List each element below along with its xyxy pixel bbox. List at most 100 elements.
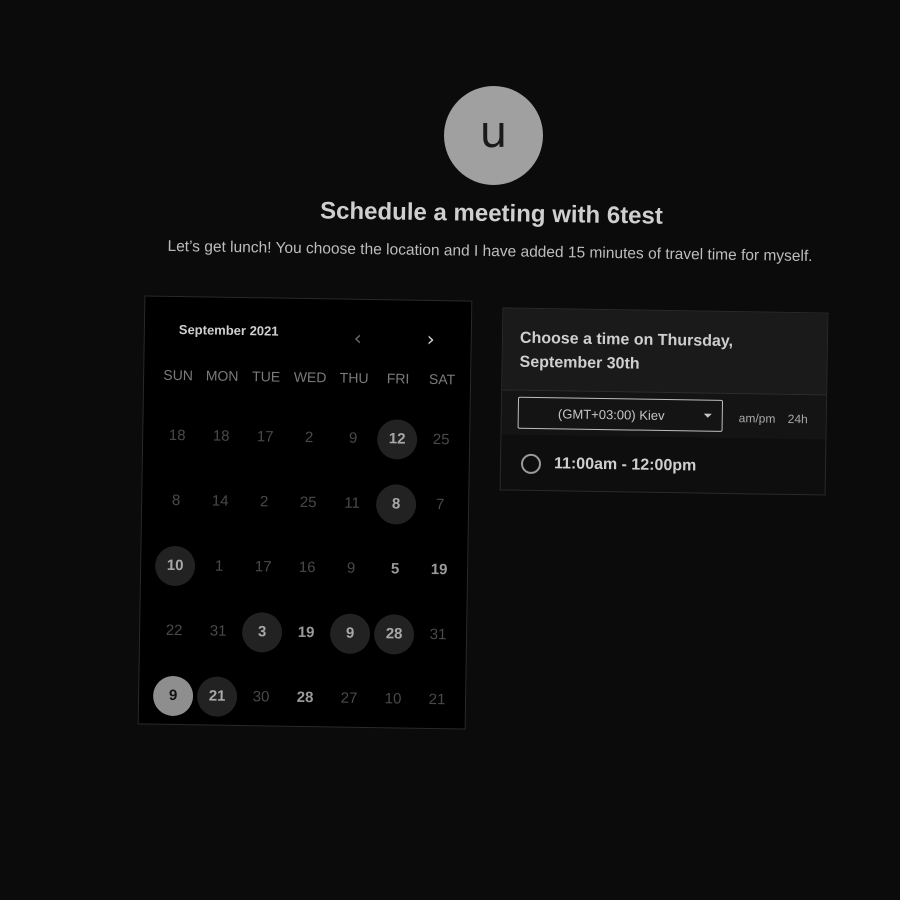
calendar-day: 8 <box>154 468 199 534</box>
day-number: 28 <box>296 688 314 707</box>
calendar-day: 17 <box>243 404 288 470</box>
day-number: 2 <box>259 493 269 511</box>
day-number: 10 <box>154 545 196 586</box>
day-number: 8 <box>171 491 181 510</box>
calendar-day: 2 <box>287 405 332 471</box>
day-number: 25 <box>432 430 450 449</box>
day-grid: 18 18 17 2 9 12 25 8 14 2 25 11 8 7 10 1 17 16 9 5 19 22 31 3 19… <box>151 403 464 733</box>
day-number: 9 <box>346 559 356 577</box>
calendar-day: 18 <box>155 403 200 469</box>
calendar-day: 16 <box>285 535 330 601</box>
day-number: 10 <box>384 690 402 708</box>
avatar-initial: u <box>479 106 508 158</box>
day-number: 12 <box>376 418 418 460</box>
day-number: 25 <box>299 493 317 512</box>
calendar-day: 19 <box>284 600 329 666</box>
day-number: 28 <box>373 613 415 655</box>
chevron-left-icon: ‹ <box>353 325 362 350</box>
month-label: September 2021 <box>178 321 279 339</box>
calendar-day: 7 <box>418 472 463 538</box>
day-number: 19 <box>430 560 448 579</box>
weekday-header: SUN MON TUE WED THU FRI SAT <box>156 367 464 388</box>
prev-month-button[interactable]: ‹ <box>348 325 368 350</box>
day-number: 8 <box>375 483 417 525</box>
host-avatar: u <box>444 86 543 185</box>
day-number: 16 <box>298 558 316 577</box>
calendar-day: 1 <box>197 533 242 599</box>
day-number: 18 <box>212 427 230 445</box>
calendar-day: 31 <box>416 602 461 668</box>
day-number: 31 <box>429 625 447 644</box>
day-number: 9 <box>348 429 358 447</box>
calendar-day: 9 <box>331 405 376 471</box>
calendar-day[interactable]: 3 <box>240 599 285 665</box>
day-number: 9 <box>152 675 194 716</box>
weekday-label: THU <box>339 369 369 386</box>
day-number: 7 <box>435 496 445 514</box>
calendar-day: 31 <box>196 598 241 664</box>
format-24h-toggle[interactable]: 24h <box>788 412 808 426</box>
day-number: 21 <box>428 690 446 709</box>
day-number: 31 <box>209 622 227 640</box>
weekday-label: SUN <box>163 366 194 384</box>
caret-down-icon <box>703 413 712 418</box>
day-number: 5 <box>390 560 400 578</box>
calendar-day: 2 <box>242 469 287 535</box>
day-number: 21 <box>196 675 238 717</box>
day-number: 22 <box>165 621 183 640</box>
calendar-day: 28 <box>283 665 328 731</box>
calendar-day[interactable]: 21 <box>195 663 240 729</box>
calendar-day: 10 <box>371 666 416 732</box>
calendar-day[interactable]: 9 <box>328 600 373 666</box>
day-number: 2 <box>304 428 314 447</box>
weekday-label: SAT <box>428 370 456 388</box>
calendar-day: 25 <box>286 470 331 536</box>
calendar-day: 30 <box>239 664 284 730</box>
weekday-label: TUE <box>252 368 281 385</box>
day-number: 30 <box>252 688 270 706</box>
calendar-day: 19 <box>417 537 462 603</box>
calendar-day: 27 <box>327 665 372 731</box>
calendar-day[interactable]: 12 <box>375 406 420 472</box>
calendar-card: September 2021 ‹ › SUN MON TUE WED THU F… <box>137 295 473 730</box>
calendar-day: 14 <box>198 468 243 534</box>
weekday-label: FRI <box>386 370 410 387</box>
day-number: 17 <box>256 428 274 446</box>
page-title: Schedule a meeting with 6test <box>319 197 664 230</box>
calendar-day-selected[interactable]: 9 <box>151 663 196 729</box>
time-slot-option[interactable]: 11:00am - 12:00pm <box>501 435 826 496</box>
calendar-day: 11 <box>330 470 375 536</box>
time-slot-label: 11:00am - 12:00pm <box>553 455 697 475</box>
timezone-row: (GMT+03:00) Kiev am/pm 24h <box>501 390 827 440</box>
calendar-day: 18 <box>199 403 244 469</box>
day-number: 14 <box>211 492 229 510</box>
calendar-day[interactable]: 28 <box>372 601 417 667</box>
day-number: 19 <box>297 623 315 642</box>
day-number: 17 <box>254 558 272 576</box>
calendar-day[interactable]: 8 <box>374 471 419 537</box>
day-number: 1 <box>214 557 224 575</box>
time-panel-header: Choose a time on Thursday, September 30t… <box>502 308 828 396</box>
day-number: 11 <box>344 494 361 512</box>
day-number: 3 <box>241 611 283 653</box>
timezone-select[interactable]: (GMT+03:00) Kiev <box>517 396 724 432</box>
calendar-day[interactable]: 10 <box>153 533 198 599</box>
calendar-day: 17 <box>241 534 286 600</box>
calendar-day: 9 <box>329 535 374 601</box>
format-ampm-toggle[interactable]: am/pm <box>739 411 776 426</box>
calendar-day: 21 <box>415 667 460 733</box>
next-month-button[interactable]: › <box>421 326 441 352</box>
day-number: 27 <box>340 689 358 707</box>
calendar-day: 22 <box>152 598 197 664</box>
calendar-day: 25 <box>419 407 464 473</box>
calendar-day: 5 <box>373 536 418 602</box>
meeting-description: Let’s get lunch! You choose the location… <box>167 237 813 266</box>
time-heading: Choose a time on Thursday, September 30t… <box>519 329 734 373</box>
radio-icon[interactable] <box>520 453 542 475</box>
chevron-right-icon: › <box>426 326 435 352</box>
weekday-label: WED <box>293 368 327 386</box>
day-number: 18 <box>168 426 186 445</box>
time-panel: Choose a time on Thursday, September 30t… <box>499 307 829 496</box>
weekday-label: MON <box>205 367 239 384</box>
day-number: 9 <box>329 612 371 654</box>
